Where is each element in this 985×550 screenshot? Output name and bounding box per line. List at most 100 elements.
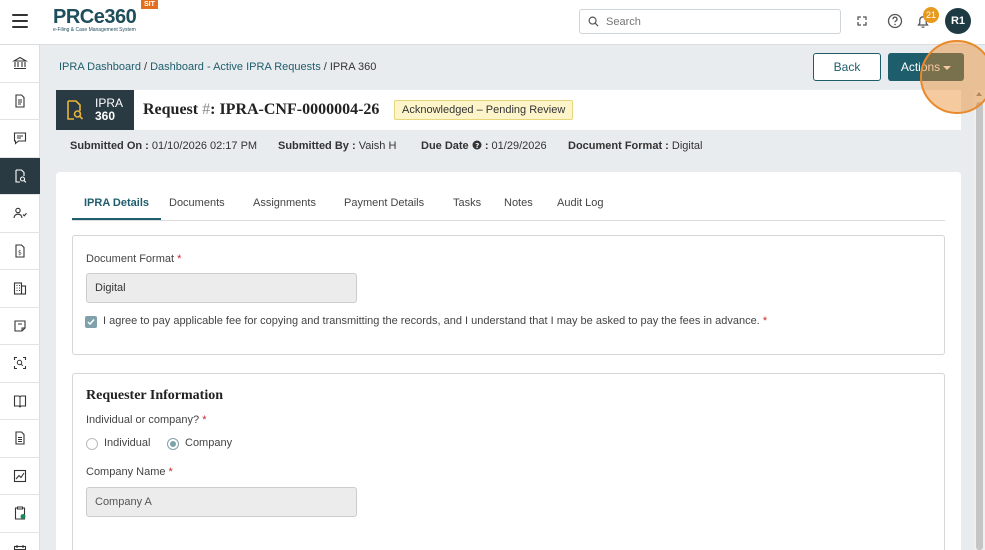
due-date-separator: :: [484, 140, 489, 152]
tab-notes[interactable]: Notes: [504, 197, 533, 209]
calendar-icon: [13, 544, 27, 550]
document-format-field[interactable]: Digital: [86, 273, 357, 303]
global-search[interactable]: [579, 9, 841, 34]
company-name-field[interactable]: Company A: [86, 487, 357, 517]
scrollbar-thumb[interactable]: [976, 102, 983, 550]
request-number: : IPRA-CNF-0000004-26: [210, 101, 380, 118]
sidebar-item-users[interactable]: [0, 195, 40, 233]
sidebar-item-chart[interactable]: [0, 458, 40, 495]
help-icon[interactable]: [886, 12, 904, 30]
user-avatar[interactable]: R1: [945, 8, 971, 34]
sidebar-item-calendar[interactable]: [0, 533, 40, 550]
breadcrumb-separator: /: [140, 61, 151, 73]
agree-fee-label: I agree to pay applicable fee for copyin…: [103, 315, 767, 327]
submitted-by-value: Vaish H: [358, 140, 397, 152]
chat-icon: [13, 132, 27, 145]
due-date-value: 01/29/2026: [491, 140, 547, 152]
radio-company[interactable]: [167, 438, 179, 450]
search-input[interactable]: [606, 14, 836, 30]
sidebar-item-note[interactable]: [0, 308, 40, 345]
agree-text: I agree to pay applicable fee for copyin…: [103, 315, 760, 327]
submitted-by-label: Submitted By :: [278, 140, 356, 152]
sidebar-item-document-search[interactable]: [0, 157, 40, 195]
radio-company-label: Company: [185, 437, 233, 449]
users-icon: [13, 207, 27, 219]
tab-ipra-details[interactable]: IPRA Details: [84, 197, 149, 209]
notification-count-badge: 21: [923, 7, 939, 23]
actions-label: Actions: [900, 60, 941, 74]
due-date-label: Due Date: [421, 140, 469, 152]
sidebar-item-file-text[interactable]: [0, 420, 40, 458]
sidebar-item-building[interactable]: [0, 270, 40, 308]
scroll-up-arrow-icon[interactable]: [976, 92, 982, 96]
tab-payment-details[interactable]: Payment Details: [344, 197, 424, 209]
logo-text: PRCe360: [53, 6, 137, 28]
svg-text:$: $: [18, 249, 22, 256]
environment-badge: SIT: [141, 0, 158, 9]
actions-dropdown-button[interactable]: Actions: [888, 53, 964, 81]
title-hash: #: [202, 101, 211, 118]
page-scrollbar[interactable]: [974, 90, 985, 550]
request-header: IPRA 360 Request #: IPRA-CNF-0000004-26 …: [56, 90, 961, 130]
document-format-section: Document Format * Digital I agree to pay…: [72, 235, 945, 355]
search-icon: [588, 16, 599, 27]
document-format: Document Format : Digital: [568, 140, 702, 152]
request-meta-bar: Submitted On : 01/10/2026 02:17 PM Submi…: [56, 132, 961, 161]
scan-icon: [13, 357, 27, 370]
tab-documents[interactable]: Documents: [169, 197, 225, 209]
logo-subtitle: e-Filing & Case Management System: [53, 27, 136, 33]
sidebar-item-chat[interactable]: [0, 120, 40, 158]
app-logo[interactable]: PRCe360 e-Filing & Case Management Syste…: [53, 6, 137, 37]
ipra360-logo: IPRA 360: [56, 90, 134, 130]
due-date: Due Date ? : 01/29/2026: [421, 140, 547, 152]
radio-individual-label: Individual: [104, 437, 151, 449]
building-icon: [13, 282, 27, 295]
sidebar-item-book[interactable]: [0, 383, 40, 420]
tab-audit-log[interactable]: Audit Log: [557, 197, 603, 209]
submitted-by: Submitted By : Vaish H: [278, 140, 396, 152]
field-label-text: Individual or company?: [86, 414, 200, 426]
logo-line-1: IPRA: [95, 96, 124, 110]
tab-bar: IPRA Details Documents Assignments Payme…: [72, 192, 945, 221]
svg-text:?: ?: [475, 142, 479, 150]
agree-fee-checkbox[interactable]: [85, 316, 97, 328]
sidebar-nav: $: [0, 45, 40, 550]
sidebar-item-clipboard[interactable]: [0, 495, 40, 533]
chart-icon: [13, 469, 27, 482]
breadcrumb-active-requests[interactable]: Dashboard - Active IPRA Requests: [150, 61, 321, 73]
sidebar-item-bank[interactable]: [0, 45, 40, 83]
menu-icon[interactable]: [12, 14, 28, 28]
field-label-text: Company Name: [86, 466, 166, 478]
sidebar-item-invoice[interactable]: $: [0, 233, 40, 270]
document-format-value: Digital: [671, 140, 703, 152]
bank-icon: [12, 57, 28, 70]
book-icon: [13, 395, 27, 408]
required-mark: *: [168, 466, 173, 478]
top-header: PRCe360 e-Filing & Case Management Syste…: [0, 0, 985, 45]
required-mark: *: [177, 253, 182, 265]
back-button[interactable]: Back: [813, 53, 881, 81]
tab-tasks[interactable]: Tasks: [453, 197, 481, 209]
submitted-on-label: Submitted On :: [70, 140, 149, 152]
breadcrumb-separator: /: [320, 61, 330, 73]
radio-individual[interactable]: [86, 438, 98, 450]
info-icon[interactable]: ?: [472, 140, 482, 150]
company-name-label: Company Name *: [86, 466, 173, 478]
sidebar-item-document[interactable]: [0, 83, 40, 120]
submitted-on-value: 01/10/2026 02:17 PM: [151, 140, 258, 152]
caret-down-icon: [943, 65, 952, 70]
section-title: Requester Information: [86, 388, 224, 403]
title-prefix: Request: [143, 101, 203, 118]
requester-information-section: Requester Information Individual or comp…: [72, 373, 945, 550]
breadcrumb-ipra-dashboard[interactable]: IPRA Dashboard: [59, 61, 141, 73]
document-format-label: Document Format *: [86, 253, 181, 265]
invoice-icon: $: [15, 244, 25, 258]
document-icon: [15, 94, 25, 108]
check-icon: [87, 319, 95, 326]
requester-type-label: Individual or company? *: [86, 414, 206, 426]
document-search-icon: [67, 100, 84, 120]
sidebar-item-scan[interactable]: [0, 345, 40, 383]
tab-assignments[interactable]: Assignments: [253, 197, 316, 209]
breadcrumb-current: IPRA 360: [329, 61, 377, 73]
fullscreen-icon[interactable]: [853, 12, 871, 30]
